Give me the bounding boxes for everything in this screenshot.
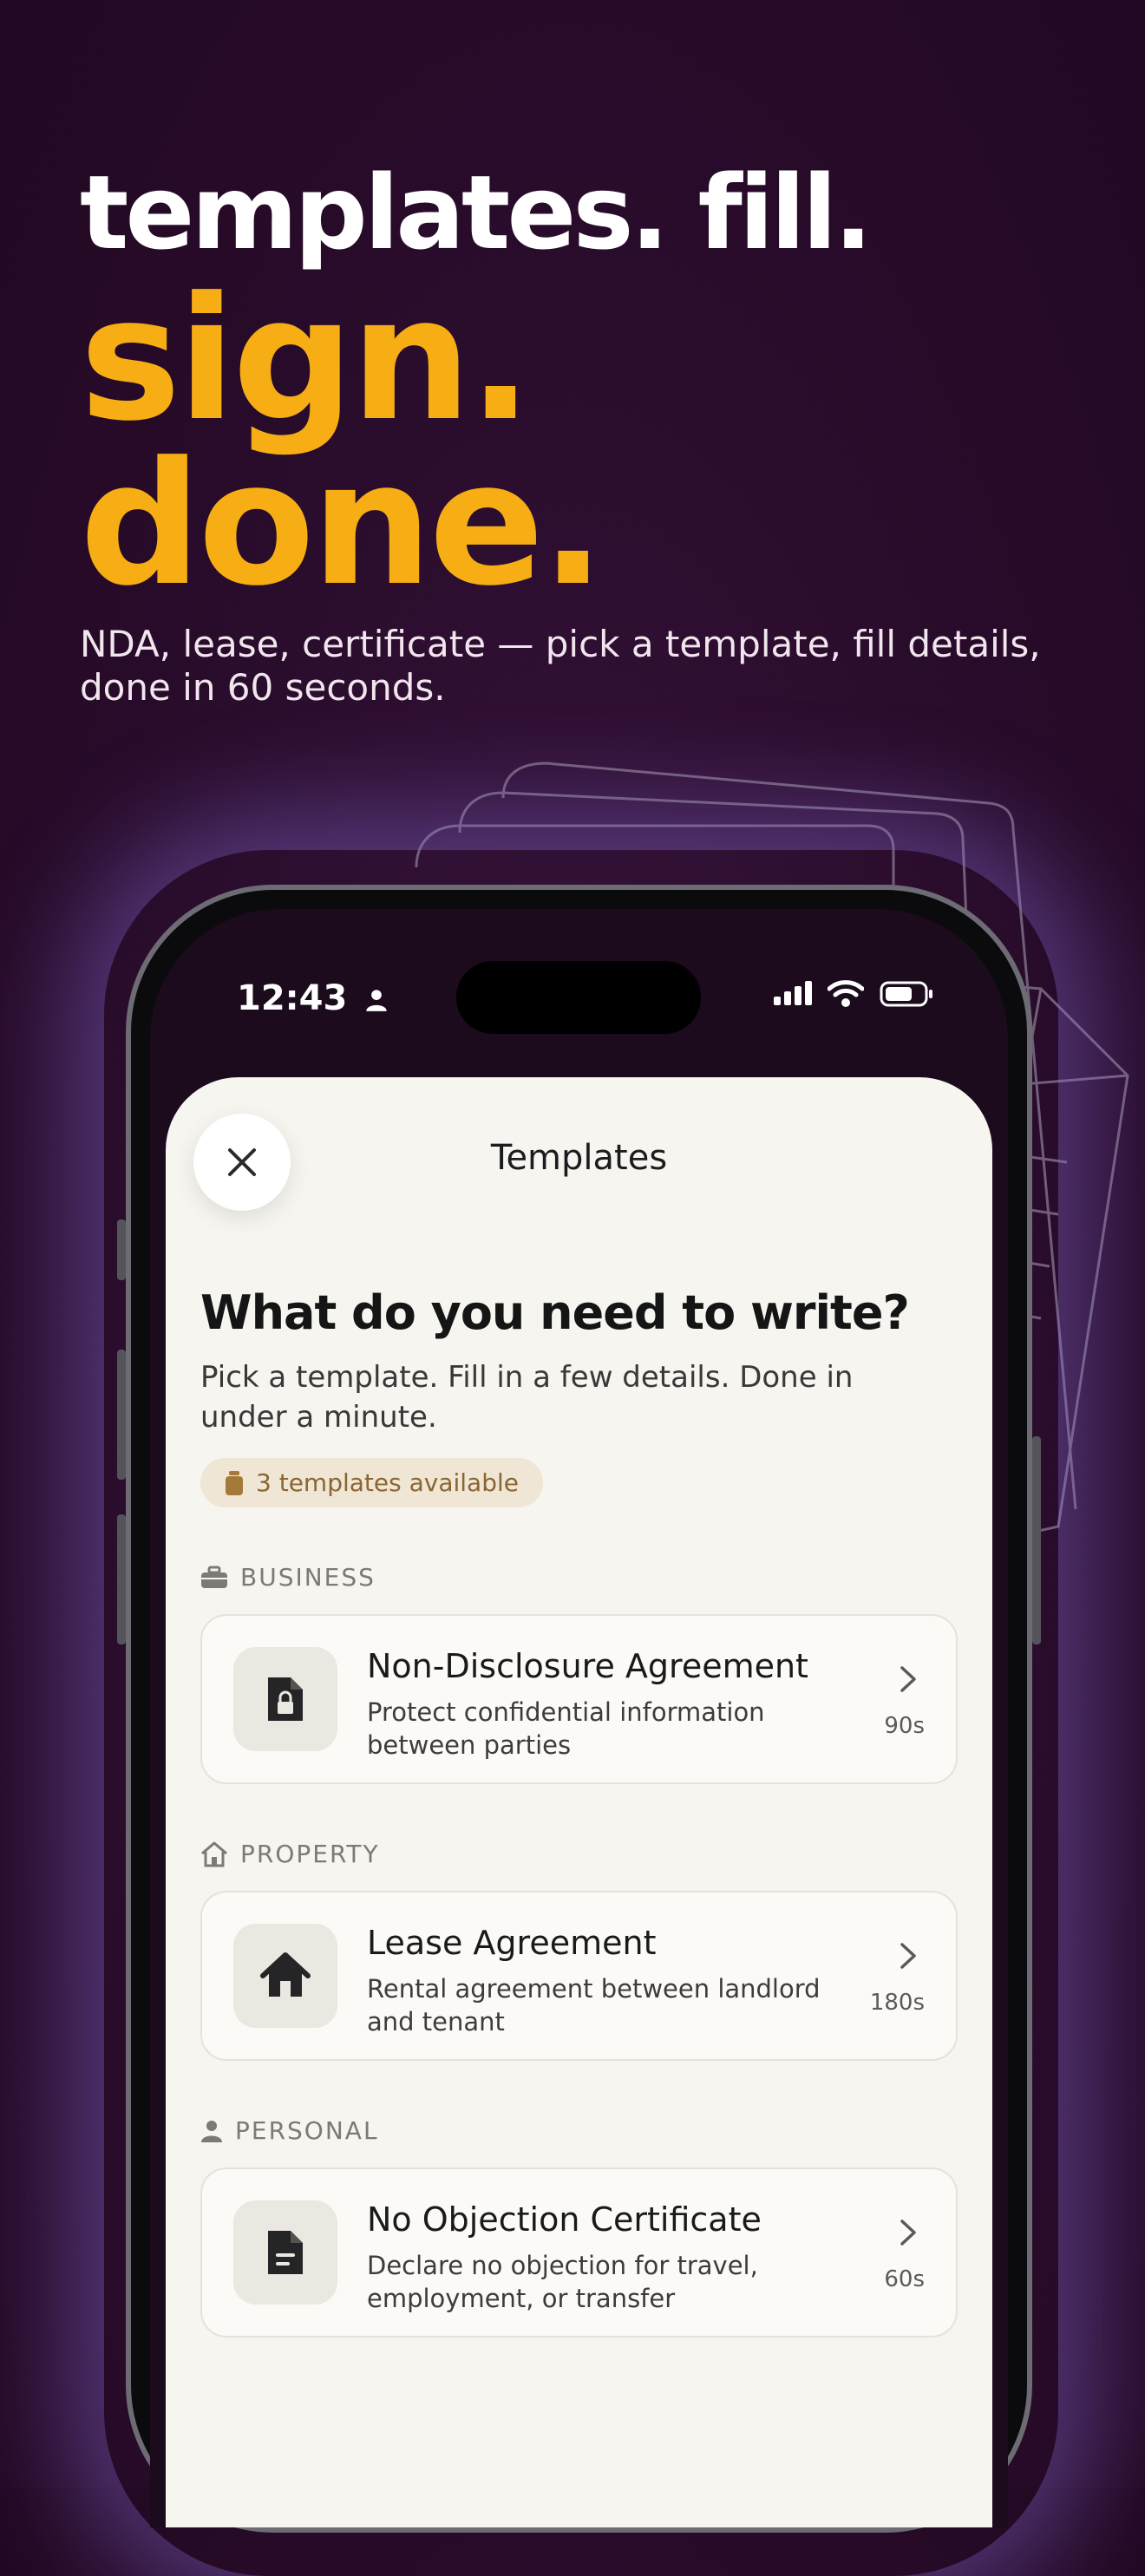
templates-count-badge: 3 templates available (200, 1458, 543, 1507)
card-duration: 180s (869, 1990, 925, 2016)
page-heading: What do you need to write? (200, 1285, 910, 1340)
chevron-right-icon (900, 1666, 916, 1692)
section-label-text: PROPERTY (240, 1840, 380, 1868)
template-card-lease[interactable]: Lease Agreement Rental agreement between… (200, 1891, 958, 2061)
card-title: Lease Agreement (367, 1924, 657, 1962)
template-card-noc[interactable]: No Objection Certificate Declare no obje… (200, 2167, 958, 2337)
document-icon (268, 2231, 303, 2274)
chevron-right-icon (900, 2220, 916, 2246)
jar-icon (226, 1470, 243, 1495)
briefcase-icon (201, 1566, 227, 1588)
hero-tagline: NDA, lease, certificate — pick a templat… (80, 623, 1041, 709)
phone-frame: 12:43 Templates What do you need to writ… (117, 885, 1041, 2533)
person-icon (201, 2120, 222, 2142)
card-title: No Objection Certificate (367, 2200, 762, 2239)
card-icon (233, 1924, 337, 2028)
section-property: PROPERTY Lease Agreement Rental agreemen… (200, 1840, 958, 2061)
sheet-title: Templates (490, 1138, 668, 1178)
phone-volume-up (117, 1350, 126, 1480)
phone-side-button (1032, 1436, 1041, 1644)
person-icon (366, 990, 387, 1011)
status-time-text: 12:43 (237, 978, 348, 1018)
card-description: Rental agreement between landlord and te… (367, 1974, 821, 2037)
card-duration: 90s (884, 1713, 925, 1739)
section-label-text: BUSINESS (240, 1563, 376, 1592)
status-icons (774, 980, 933, 1008)
dynamic-island (456, 961, 701, 1034)
sheet-content: What do you need to write? Pick a templa… (200, 1285, 958, 2337)
headline-line-1: templates. fill. (80, 153, 873, 272)
card-duration: 60s (884, 2266, 925, 2292)
section-personal: PERSONAL No Objection Certificate Declar… (200, 2116, 958, 2337)
wifi-icon (828, 980, 864, 1007)
card-icon (233, 1647, 337, 1751)
section-label: BUSINESS (200, 1563, 958, 1592)
battery-icon (880, 981, 932, 1007)
card-title: Non-Disclosure Agreement (367, 1647, 808, 1685)
phone-action-button (117, 1219, 126, 1280)
status-time: 12:43 (237, 978, 389, 1018)
headline-line-3: done. (80, 426, 605, 624)
section-label: PERSONAL (200, 2116, 958, 2145)
section-business: BUSINESS Non-Disclosure Agreement Protec… (200, 1563, 958, 1784)
page-subtitle: Pick a template. Fill in a few details. … (200, 1360, 854, 1435)
hero-headline: templates. fill. sign. done. (80, 147, 1093, 624)
templates-sheet: Templates What do you need to write? Pic… (166, 1077, 992, 2527)
headline-line-2: sign. (80, 261, 533, 459)
chevron-right-icon (900, 1943, 916, 1969)
hero: templates. fill. sign. done. NDA, lease,… (80, 147, 1093, 709)
status-bar: 12:43 (150, 909, 1008, 1039)
house-icon (201, 1841, 227, 1867)
phone-volume-down (117, 1514, 126, 1644)
locked-document-icon (268, 1677, 303, 1721)
section-label: PROPERTY (200, 1840, 958, 1868)
house-icon (260, 1952, 311, 1997)
template-card-nda[interactable]: Non-Disclosure Agreement Protect confide… (200, 1614, 958, 1784)
card-description: Declare no objection for travel, employm… (367, 2251, 758, 2313)
badge-text: 3 templates available (256, 1468, 519, 1497)
section-label-text: PERSONAL (235, 2116, 379, 2145)
cellular-icon (774, 981, 812, 1005)
phone-screen: 12:43 Templates What do you need to writ… (150, 909, 1008, 2527)
card-description: Protect confidential information between… (367, 1697, 765, 1760)
card-icon (233, 2200, 337, 2305)
